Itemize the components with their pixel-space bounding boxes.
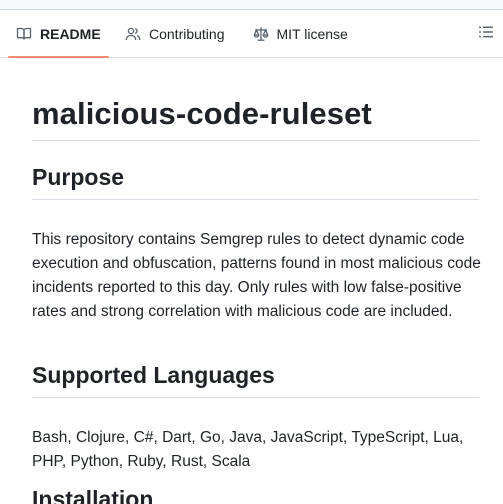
- heading-installation: Installation: [32, 484, 479, 504]
- law-scale-icon: [252, 26, 269, 42]
- tab-contributing[interactable]: Contributing: [117, 10, 233, 57]
- table-of-contents-button[interactable]: [477, 25, 495, 43]
- people-icon: [125, 26, 141, 42]
- tab-readme-label: README: [40, 25, 101, 42]
- readme-title: malicious-code-ruleset: [32, 94, 479, 141]
- tab-license[interactable]: MIT license: [245, 10, 356, 57]
- purpose-paragraph: This repository contains Semgrep rules t…: [32, 231, 481, 320]
- readme-panel: README Contributing MIT license maliciou…: [0, 9, 503, 504]
- tab-license-label: MIT license: [276, 25, 348, 42]
- heading-purpose: Purpose: [32, 162, 479, 200]
- tab-readme[interactable]: README: [8, 10, 109, 58]
- heading-supported-languages: Supported Languages: [32, 360, 479, 398]
- book-icon: [16, 26, 32, 42]
- tab-contributing-label: Contributing: [149, 25, 225, 42]
- readme-tab-bar: README Contributing MIT license: [0, 10, 503, 58]
- list-unordered-icon: [478, 24, 494, 45]
- supported-languages-paragraph: Bash, Clojure, C#, Dart, Go, Java, JavaS…: [32, 429, 464, 470]
